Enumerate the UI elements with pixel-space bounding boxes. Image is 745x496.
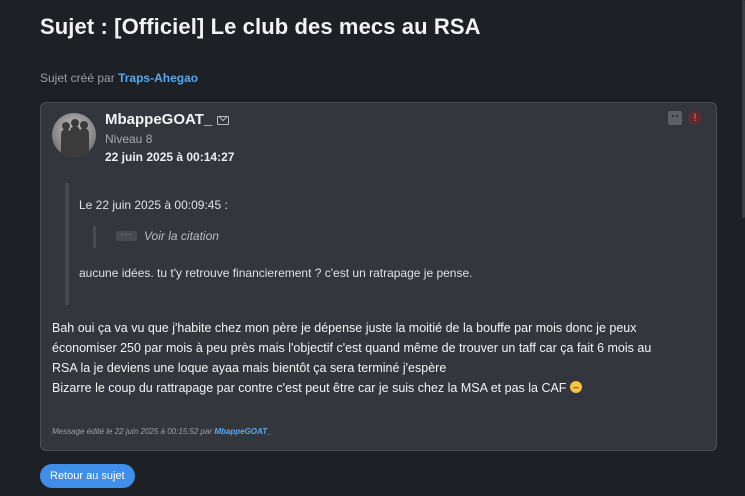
edit-note-text: Message édité le 22 juin 2025 à 00:15:52… bbox=[52, 427, 213, 436]
post-date[interactable]: 22 juin 2025 à 00:14:27 bbox=[105, 150, 234, 164]
message-line: Bah oui ça va vu que j'habite chez mon p… bbox=[52, 321, 637, 335]
topic-creator-line: Sujet créé par Traps-Ahegao bbox=[40, 71, 198, 85]
sad-face-emoji-icon bbox=[569, 381, 582, 393]
ellipsis-icon[interactable]: ··· bbox=[116, 230, 137, 241]
private-message-icon[interactable] bbox=[668, 111, 682, 125]
avatar[interactable] bbox=[52, 113, 96, 157]
message-line-last: Bizarre le coup du rattrapage par contre… bbox=[52, 378, 712, 398]
edit-note-author-link[interactable]: MbappeGOAT_ bbox=[214, 427, 271, 436]
nested-quote: ··· Voir la citation bbox=[93, 226, 219, 248]
view-quote-link[interactable]: Voir la citation bbox=[144, 229, 219, 243]
mail-icon[interactable] bbox=[217, 116, 229, 125]
created-by-label: Sujet créé par bbox=[40, 71, 115, 85]
quote-block: Le 22 juin 2025 à 00:09:45 : ··· Voir la… bbox=[65, 183, 685, 305]
message-line-text: Bizarre le coup du rattrapage par contre… bbox=[52, 381, 567, 395]
quote-text: aucune idées. tu t'y retrouve financiere… bbox=[79, 266, 473, 280]
topic-author-link[interactable]: Traps-Ahegao bbox=[118, 71, 198, 85]
page-title: Sujet : [Officiel] Le club des mecs au R… bbox=[40, 14, 481, 39]
post-author-username[interactable]: MbappeGOAT_ bbox=[105, 111, 212, 128]
post-message: Bah oui ça va vu que j'habite chez mon p… bbox=[52, 318, 712, 398]
report-alert-icon[interactable]: ! bbox=[688, 111, 702, 125]
post-card: MbappeGOAT_ Niveau 8 22 juin 2025 à 00:1… bbox=[40, 102, 717, 451]
quote-header: Le 22 juin 2025 à 00:09:45 : bbox=[79, 198, 228, 212]
scrollbar-track[interactable] bbox=[741, 0, 745, 496]
author-level: Niveau 8 bbox=[105, 132, 153, 146]
message-line: RSA la je deviens une loque ayaa mais bi… bbox=[52, 361, 447, 375]
message-line: économiser 250 par mois à peu près mais … bbox=[52, 341, 652, 355]
edit-note: Message édité le 22 juin 2025 à 00:15:52… bbox=[52, 427, 272, 436]
back-to-topic-button[interactable]: Retour au sujet bbox=[40, 464, 135, 488]
